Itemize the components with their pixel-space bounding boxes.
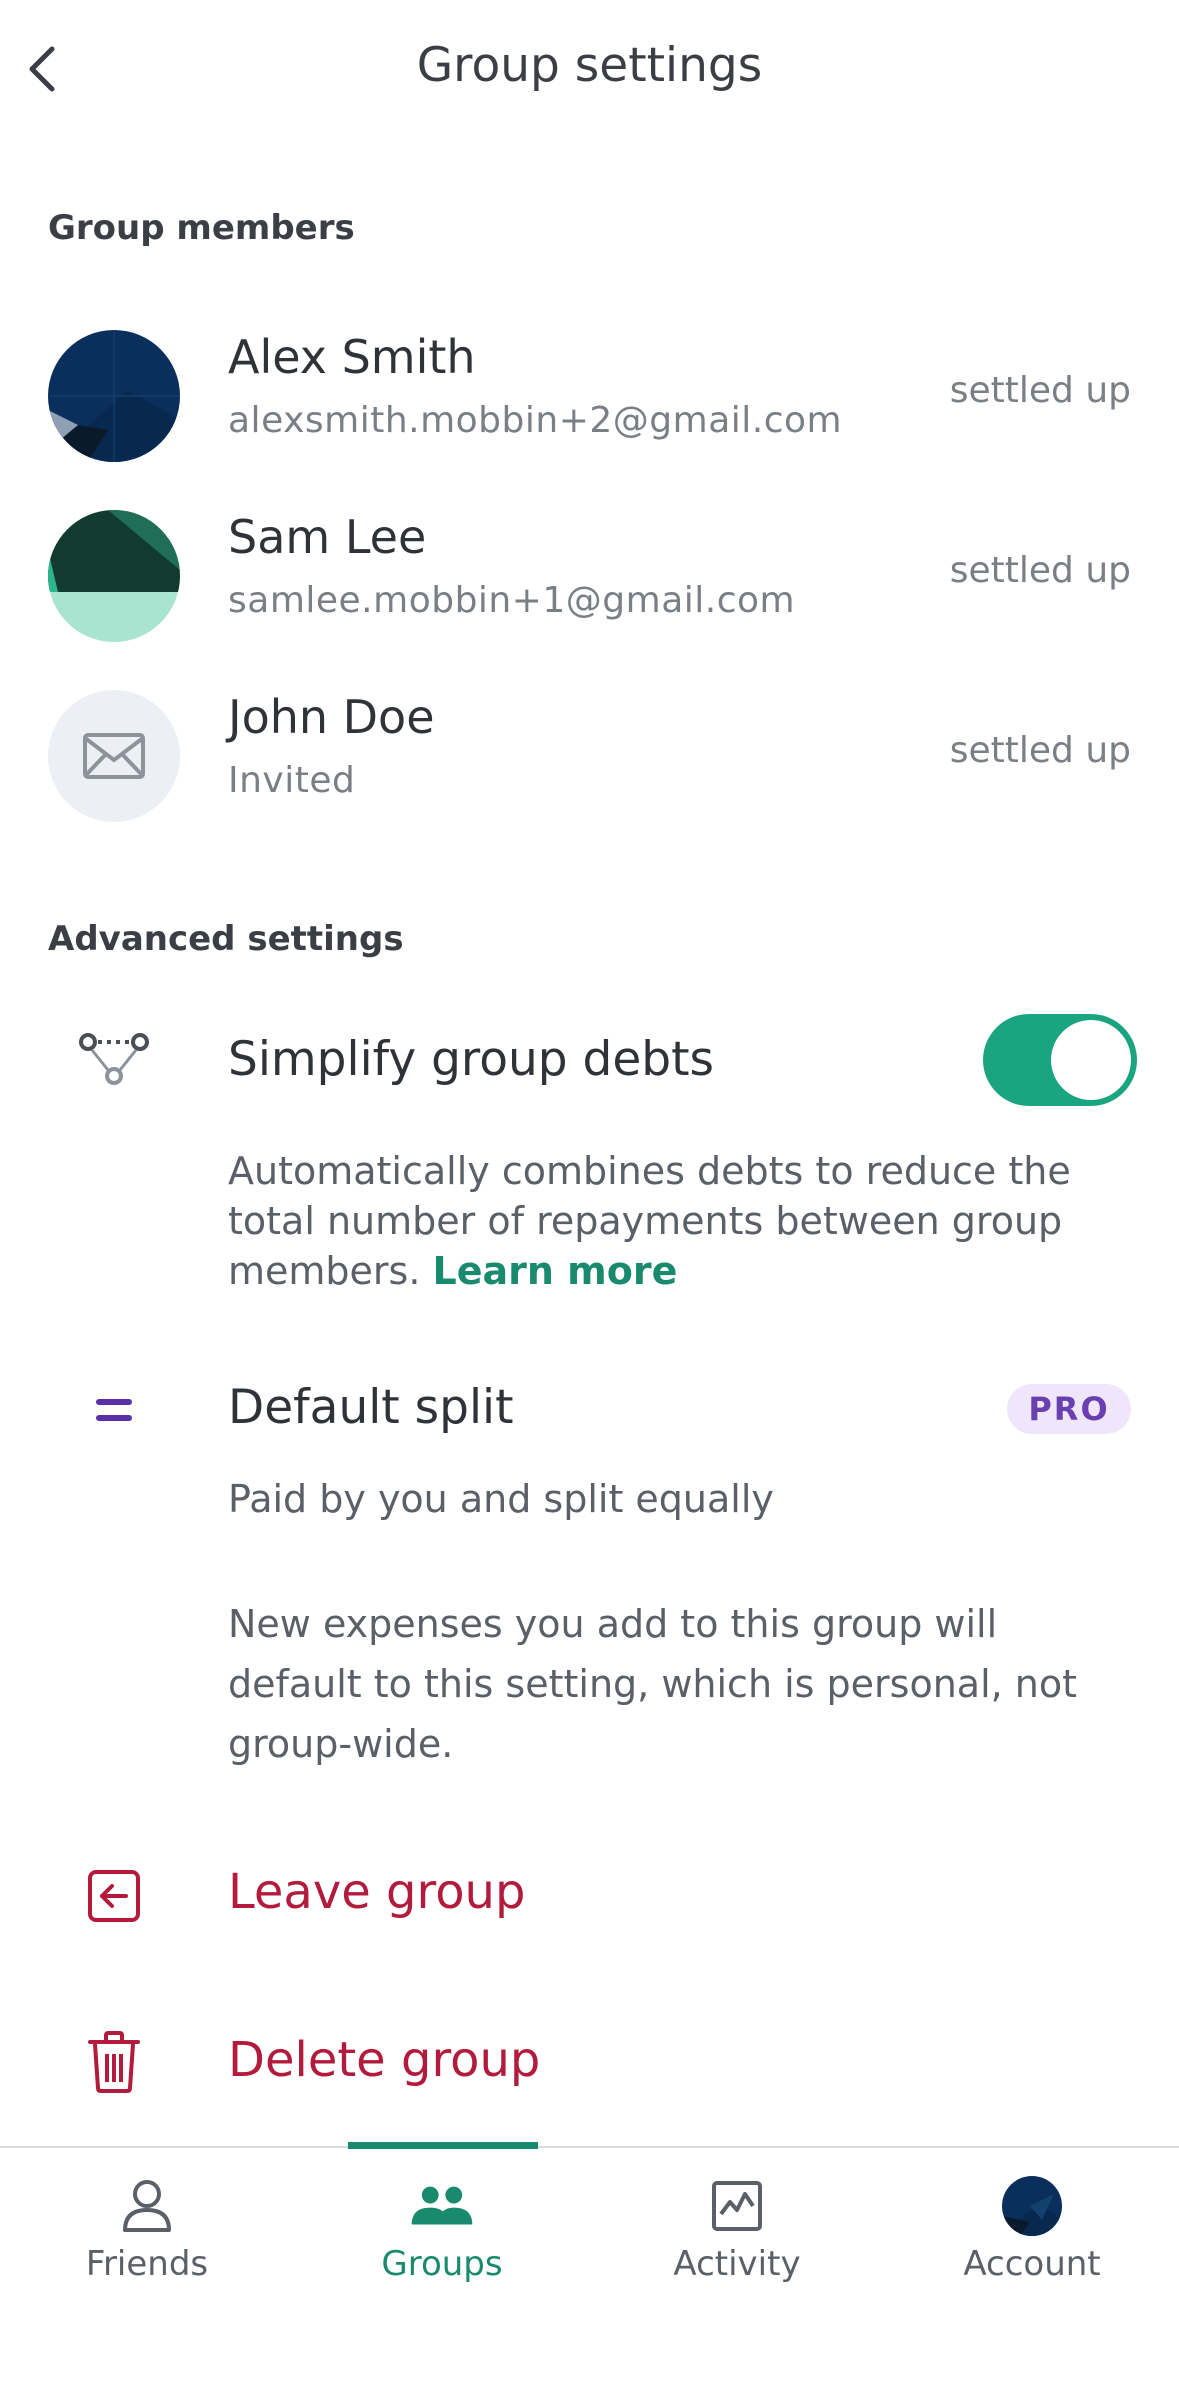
- pro-badge: PRO: [1007, 1384, 1131, 1434]
- member-email: samlee.mobbin+1@gmail.com: [228, 580, 796, 621]
- member-balance-status: settled up: [949, 730, 1131, 771]
- member-balance-status: settled up: [949, 370, 1131, 411]
- simplify-debts-description: Automatically combines debts to reduce t…: [228, 1146, 1088, 1296]
- member-name: Alex Smith: [228, 330, 476, 384]
- leave-group-button[interactable]: Leave group: [228, 1864, 525, 1920]
- tab-account[interactable]: Account: [885, 2148, 1179, 2348]
- tab-label: Account: [963, 2244, 1101, 2284]
- simplify-debts-toggle[interactable]: [983, 1014, 1137, 1106]
- toggle-knob: [1051, 1020, 1131, 1100]
- default-split-title[interactable]: Default split: [228, 1380, 514, 1435]
- member-name: Sam Lee: [228, 510, 427, 564]
- person-icon: [115, 2174, 179, 2238]
- tab-groups[interactable]: Groups: [295, 2148, 589, 2348]
- bottom-tab-bar: Friends Groups Activity Account: [0, 2142, 1179, 2396]
- member-row-alex-smith[interactable]: Alex Smith alexsmith.mobbin+2@gmail.com …: [0, 320, 1179, 470]
- delete-group-button[interactable]: Delete group: [228, 2032, 540, 2088]
- envelope-icon: [83, 733, 145, 779]
- account-avatar: [1000, 2174, 1064, 2238]
- tab-label: Activity: [673, 2244, 801, 2284]
- member-invite-status: Invited: [228, 760, 356, 801]
- leave-group-icon: [70, 1852, 158, 1940]
- learn-more-link[interactable]: Learn more: [433, 1249, 678, 1293]
- tab-friends[interactable]: Friends: [0, 2148, 294, 2348]
- tab-label: Groups: [381, 2244, 503, 2284]
- advanced-settings-heading: Advanced settings: [48, 919, 404, 959]
- member-email: alexsmith.mobbin+2@gmail.com: [228, 400, 843, 441]
- activity-chart-icon: [705, 2174, 769, 2238]
- trash-icon: [70, 2018, 158, 2106]
- simplify-debts-icon: [70, 1016, 158, 1104]
- simplify-debts-title: Simplify group debts: [228, 1032, 715, 1087]
- default-split-note: New expenses you add to this group will …: [228, 1602, 1078, 1766]
- avatar: [48, 510, 180, 642]
- default-split-value: Paid by you and split equally: [228, 1477, 774, 1521]
- group-members-heading: Group members: [48, 208, 355, 248]
- group-icon: [410, 2174, 474, 2238]
- tab-activity[interactable]: Activity: [590, 2148, 884, 2348]
- page-title: Group settings: [416, 38, 763, 93]
- header: Group settings: [0, 0, 1179, 140]
- tab-label: Friends: [85, 2244, 209, 2284]
- member-row-john-doe[interactable]: John Doe Invited settled up: [0, 680, 1179, 830]
- member-name: John Doe: [228, 690, 435, 744]
- member-row-sam-lee[interactable]: Sam Lee samlee.mobbin+1@gmail.com settle…: [0, 500, 1179, 650]
- equals-icon: [70, 1366, 158, 1454]
- avatar: [48, 690, 180, 822]
- avatar: [48, 330, 180, 462]
- member-balance-status: settled up: [949, 550, 1131, 591]
